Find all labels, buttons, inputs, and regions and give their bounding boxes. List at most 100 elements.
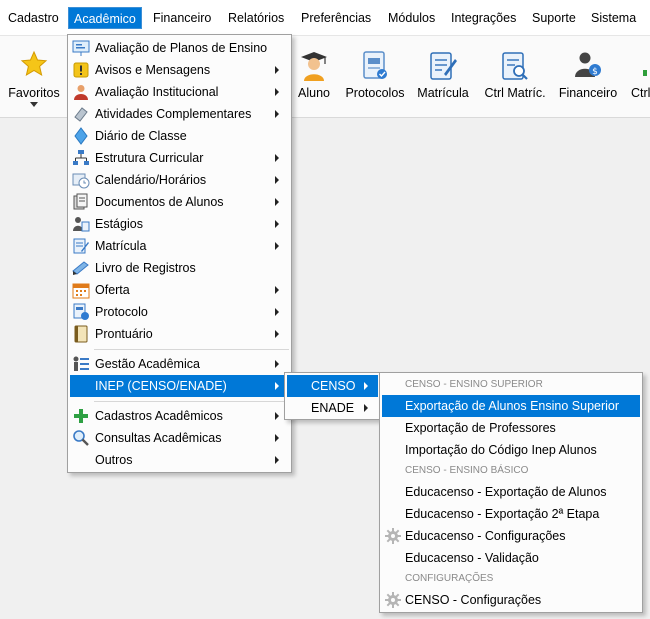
menu-separator [94,401,289,402]
user-money-icon: $ [573,50,603,83]
menu-item-inep[interactable]: INEP (CENSO/ENADE) [70,375,289,397]
chevron-right-icon [275,66,279,74]
menu-financeiro[interactable]: Financeiro [148,7,216,29]
menu-item-matricula[interactable]: Matrícula [70,235,289,257]
section-header-configuracoes: CONFIGURAÇÕES [405,573,494,584]
chevron-right-icon [275,456,279,464]
menu-item-avaliacao-institucional[interactable]: Avaliação Institucional [70,81,289,103]
star-icon [20,50,48,81]
hierarchy-icon [72,149,90,167]
ctrl-button[interactable]: Ctrl [626,36,650,118]
calendar-icon [72,281,90,299]
notebook-icon [72,325,90,343]
menu-item-enade[interactable]: ENADE [287,397,378,419]
aluno-label: Aluno [298,86,330,100]
management-icon [72,355,90,373]
menu-item-calendario[interactable]: Calendário/Horários [70,169,289,191]
menu-item-educacenso-exportacao-2etapa[interactable]: Educacenso - Exportação 2ª Etapa [382,503,640,525]
book-pen-icon [72,259,90,277]
menu-item-outros[interactable]: Outros [70,449,289,471]
menu-item-documentos[interactable]: Documentos de Alunos [70,191,289,213]
protocolos-button[interactable]: Protocolos [344,36,406,118]
chevron-right-icon [275,198,279,206]
menu-item-importacao-codigo-inep[interactable]: Importação do Código Inep Alunos [382,439,640,461]
menu-separator [94,349,289,350]
menu-item-educacenso-validacao[interactable]: Educacenso - Validação [382,547,640,569]
svg-text:$: $ [592,67,598,77]
menu-censo-dropdown: CENSO - ENSINO SUPERIOR Exportação de Al… [379,372,643,613]
gear-icon [384,527,402,545]
menu-relatorios[interactable]: Relatórios [223,7,289,29]
chevron-right-icon [364,382,368,390]
gear-icon [384,591,402,609]
magnifier-icon [72,429,90,447]
financeiro-button[interactable]: $ Financeiro [556,36,620,118]
menu-item-gestao[interactable]: Gestão Acadêmica [70,353,289,375]
chevron-right-icon [275,330,279,338]
favoritos-button[interactable]: Favoritos [4,36,64,118]
menu-bar: Cadastro Acadêmico Financeiro Relatórios… [0,0,650,36]
protocol-document-icon [361,50,389,85]
menu-item-censo[interactable]: CENSO [287,375,378,397]
menu-inep-dropdown: CENSO ENADE [284,372,381,420]
protocol-icon [72,303,90,321]
chevron-right-icon [275,382,279,390]
chevron-right-icon [275,220,279,228]
menu-modulos[interactable]: Módulos [383,7,440,29]
menu-item-avaliacao-planos[interactable]: Avaliação de Planos de Ensino [70,37,289,59]
menu-academico[interactable]: Acadêmico [68,7,142,29]
green-indicator-icon [643,50,649,83]
menu-item-diario[interactable]: Diário de Classe [70,125,289,147]
menu-item-livro-registros[interactable]: Livro de Registros [70,257,289,279]
menu-suporte[interactable]: Suporte [527,7,581,29]
menu-integracoes[interactable]: Integrações [446,7,521,29]
plus-icon [72,407,90,425]
menu-item-educacenso-exportacao-alunos[interactable]: Educacenso - Exportação de Alunos [382,481,640,503]
chevron-right-icon [275,360,279,368]
menu-item-avisos[interactable]: Avisos e Mensagens [70,59,289,81]
financeiro-label: Financeiro [558,86,618,100]
menu-item-consultas[interactable]: Consultas Acadêmicas [70,427,289,449]
chevron-right-icon [275,176,279,184]
favoritos-label: Favoritos [8,86,60,100]
menu-preferencias[interactable]: Preferências [296,7,376,29]
calendar-clock-icon [72,171,90,189]
menu-item-prontuario[interactable]: Prontuário [70,323,289,345]
diamond-icon [72,127,90,145]
chevron-right-icon [275,308,279,316]
menu-item-exportacao-professores[interactable]: Exportação de Professores [382,417,640,439]
menu-item-educacenso-configuracoes[interactable]: Educacenso - Configurações [382,525,640,547]
protocolos-label: Protocolos [345,86,405,100]
menu-item-exportacao-alunos-superior[interactable]: Exportação de Alunos Ensino Superior [382,395,640,417]
section-header-ensino-basico: CENSO - ENSINO BÁSICO [405,465,529,476]
matricula-button[interactable]: Matrícula [414,36,472,118]
chevron-right-icon [275,154,279,162]
documents-icon [72,193,90,211]
menu-academico-dropdown: Avaliação de Planos de Ensino Avisos e M… [67,34,292,473]
matricula-label: Matrícula [417,86,469,100]
menu-item-estagios[interactable]: Estágios [70,213,289,235]
aluno-button[interactable]: Aluno [292,36,336,118]
ctrl-label: Ctrl [631,86,650,100]
chevron-right-icon [275,110,279,118]
chevron-right-icon [275,88,279,96]
ctrl-matric-button[interactable]: Ctrl Matríc. [481,36,549,118]
intern-icon [72,215,90,233]
chevron-down-icon[interactable] [30,102,38,107]
ctrl-matric-label: Ctrl Matríc. [484,86,546,100]
presentation-icon [72,39,90,57]
chevron-right-icon [275,434,279,442]
menu-item-protocolo[interactable]: Protocolo [70,301,289,323]
menu-item-oferta[interactable]: Oferta [70,279,289,301]
menu-item-censo-configuracoes[interactable]: CENSO - Configurações [382,589,640,611]
enrollment-form-icon [428,50,458,85]
chevron-right-icon [364,404,368,412]
menu-item-atividades[interactable]: Atividades Complementares [70,103,289,125]
person-icon [72,83,90,101]
enrollment-pen-icon [72,237,90,255]
menu-cadastro[interactable]: Cadastro [3,7,64,29]
menu-sistema[interactable]: Sistema [586,7,641,29]
menu-item-cadastros[interactable]: Cadastros Acadêmicos [70,405,289,427]
menu-item-estrutura[interactable]: Estrutura Curricular [70,147,289,169]
section-header-ensino-superior: CENSO - ENSINO SUPERIOR [405,379,543,390]
